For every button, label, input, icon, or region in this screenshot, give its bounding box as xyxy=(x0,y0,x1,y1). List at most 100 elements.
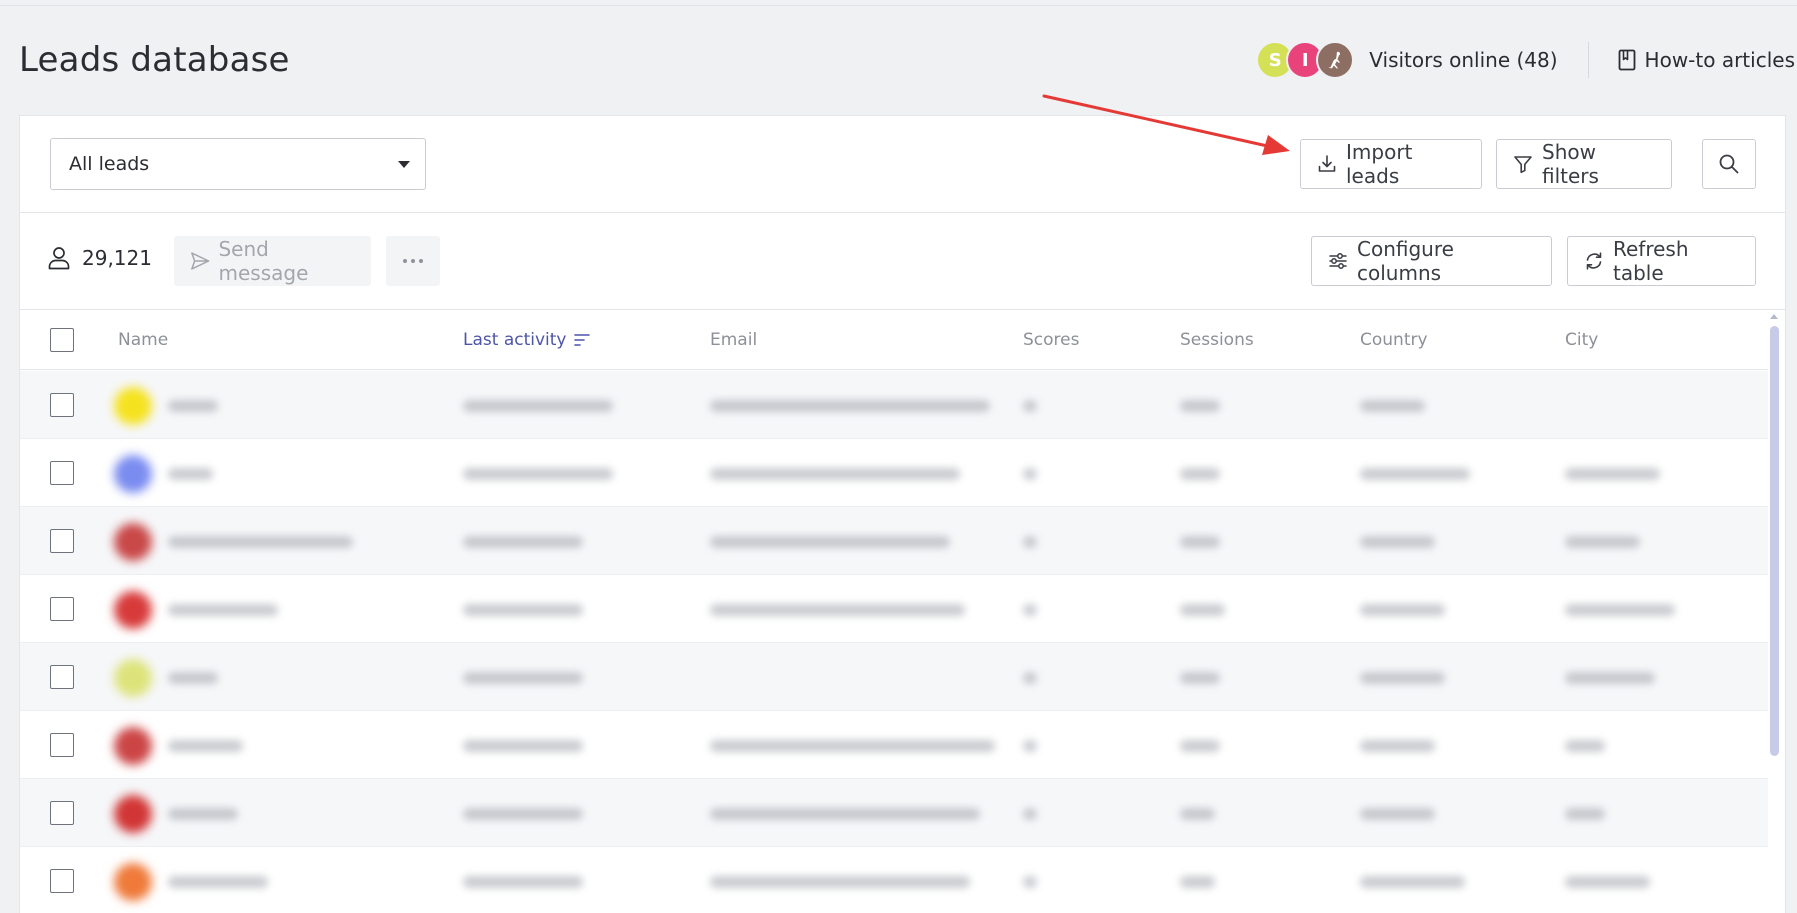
redacted-cell xyxy=(463,672,583,684)
redacted-cell xyxy=(168,604,278,616)
import-leads-button[interactable]: Import leads xyxy=(1300,139,1482,189)
search-icon xyxy=(1719,154,1739,174)
segment-select-value: All leads xyxy=(69,153,150,175)
redacted-cell xyxy=(1180,808,1215,820)
send-message-button[interactable]: Send message xyxy=(174,236,371,286)
download-icon xyxy=(1318,155,1336,172)
send-message-label: Send message xyxy=(218,237,309,285)
row-checkbox[interactable] xyxy=(50,869,74,893)
toolbar-divider xyxy=(20,212,1785,213)
redacted-cell xyxy=(463,400,613,412)
howto-articles-link[interactable]: How-to articles xyxy=(1618,48,1795,72)
redacted-cell xyxy=(1180,536,1220,548)
avatar xyxy=(114,387,152,425)
refresh-icon xyxy=(1586,252,1602,270)
redacted-cell xyxy=(1023,808,1037,820)
segment-select[interactable]: All leads xyxy=(50,138,426,190)
redacted-cell xyxy=(1023,400,1037,412)
redacted-cell xyxy=(710,740,995,752)
more-actions-button[interactable] xyxy=(386,236,440,286)
redacted-cell xyxy=(168,740,243,752)
search-button[interactable] xyxy=(1702,139,1756,189)
redacted-cell xyxy=(710,808,980,820)
redacted-cell xyxy=(1023,672,1037,684)
row-checkbox[interactable] xyxy=(50,665,74,689)
send-icon xyxy=(191,252,210,270)
column-header-scores[interactable]: Scores xyxy=(1023,330,1079,350)
redacted-cell xyxy=(710,876,970,888)
column-header-name[interactable]: Name xyxy=(118,330,168,350)
avatar xyxy=(114,795,152,833)
redacted-cell xyxy=(710,536,950,548)
redacted-cell xyxy=(1360,536,1435,548)
lead-count-value: 29,121 xyxy=(82,246,152,270)
redacted-cell xyxy=(1180,672,1220,684)
redacted-cell xyxy=(1180,400,1220,412)
redacted-cell xyxy=(168,876,268,888)
table-row[interactable] xyxy=(20,575,1768,643)
table-row[interactable] xyxy=(20,779,1768,847)
kangaroo-icon xyxy=(1328,51,1341,69)
table-scrollbar[interactable] xyxy=(1770,314,1779,913)
table-row[interactable] xyxy=(20,507,1768,575)
user-icon xyxy=(48,247,70,270)
column-header-country[interactable]: Country xyxy=(1360,330,1428,350)
show-filters-label: Show filters xyxy=(1542,140,1599,188)
redacted-cell xyxy=(1360,876,1465,888)
redacted-cell xyxy=(710,468,960,480)
show-filters-button[interactable]: Show filters xyxy=(1496,139,1672,189)
redacted-cell xyxy=(1565,468,1660,480)
visitors-online-label[interactable]: Visitors online (48) xyxy=(1369,48,1557,72)
avatar xyxy=(114,523,152,561)
row-checkbox[interactable] xyxy=(50,393,74,417)
refresh-table-label: Refresh table xyxy=(1613,237,1689,285)
table-row[interactable] xyxy=(20,371,1768,439)
row-checkbox[interactable] xyxy=(50,461,74,485)
avatar xyxy=(114,591,152,629)
scrollbar-thumb[interactable] xyxy=(1770,326,1779,756)
sort-descending-icon xyxy=(574,334,591,346)
redacted-cell xyxy=(1360,468,1470,480)
redacted-cell xyxy=(168,808,238,820)
import-leads-label: Import leads xyxy=(1346,140,1413,188)
howto-articles-label: How-to articles xyxy=(1644,48,1795,72)
redacted-cell xyxy=(463,808,583,820)
avatar xyxy=(114,863,152,901)
row-checkbox[interactable] xyxy=(50,597,74,621)
scroll-up-icon[interactable] xyxy=(1770,314,1778,319)
sliders-icon xyxy=(1329,253,1347,269)
configure-columns-button[interactable]: Configure columns xyxy=(1311,236,1552,286)
redacted-cell xyxy=(1023,468,1037,480)
redacted-cell xyxy=(1565,876,1650,888)
header-separator xyxy=(1587,42,1589,78)
redacted-cell xyxy=(1360,604,1445,616)
leads-card: All leads Import leads Show filters 29,1… xyxy=(19,115,1786,913)
column-header-sessions[interactable]: Sessions xyxy=(1180,330,1254,350)
redacted-cell xyxy=(710,604,965,616)
book-icon xyxy=(1618,49,1635,71)
table-row[interactable] xyxy=(20,439,1768,507)
select-all-checkbox[interactable] xyxy=(50,328,74,352)
redacted-cell xyxy=(168,468,213,480)
table-row[interactable] xyxy=(20,643,1768,711)
filter-icon xyxy=(1514,156,1532,174)
refresh-table-button[interactable]: Refresh table xyxy=(1567,236,1756,286)
redacted-cell xyxy=(168,672,218,684)
lead-count: 29,121 xyxy=(48,246,152,270)
table-row[interactable] xyxy=(20,847,1768,913)
column-header-city[interactable]: City xyxy=(1565,330,1598,350)
redacted-cell xyxy=(168,536,353,548)
redacted-cell xyxy=(1360,400,1425,412)
row-checkbox[interactable] xyxy=(50,529,74,553)
visitor-avatars[interactable]: S I xyxy=(1256,41,1355,79)
table-row[interactable] xyxy=(20,711,1768,779)
avatar xyxy=(114,659,152,697)
page-title: Leads database xyxy=(19,40,290,80)
column-header-last-activity[interactable]: Last activity xyxy=(463,330,591,350)
redacted-cell xyxy=(1023,876,1037,888)
avatar[interactable] xyxy=(1316,41,1355,79)
redacted-cell xyxy=(1360,672,1445,684)
row-checkbox[interactable] xyxy=(50,733,74,757)
column-header-email[interactable]: Email xyxy=(710,330,757,350)
row-checkbox[interactable] xyxy=(50,801,74,825)
